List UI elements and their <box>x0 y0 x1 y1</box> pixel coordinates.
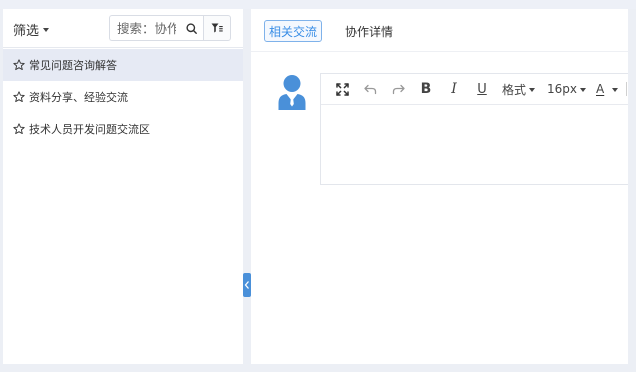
category-panel: 筛选 搜索：协作 常见问题咨询解答 资料分享、经验交流 技术人员开发问题交流区 <box>3 9 243 364</box>
category-list: 常见问题咨询解答 资料分享、经验交流 技术人员开发问题交流区 <box>3 49 243 145</box>
tab-label: 协作详情 <box>345 24 394 39</box>
font-size-label: 16px <box>547 82 578 96</box>
filter-icon <box>211 23 223 33</box>
redo-button[interactable] <box>384 79 412 99</box>
tab-bar: 相关交流 协作详情 <box>251 9 628 52</box>
italic-button[interactable]: I <box>440 79 468 99</box>
user-avatar-icon <box>278 75 306 110</box>
category-item-label: 技术人员开发问题交流区 <box>29 123 150 136</box>
caret-down-icon <box>43 28 50 32</box>
bold-button[interactable]: B <box>412 79 440 99</box>
tab-related-discussion[interactable]: 相关交流 <box>264 20 322 42</box>
star-icon <box>13 91 25 103</box>
tab-label: 相关交流 <box>268 24 317 39</box>
editor-toolbar: B I U 格式 16px A <box>321 74 628 105</box>
undo-button[interactable] <box>356 79 384 99</box>
category-item-label: 资料分享、经验交流 <box>29 91 128 104</box>
filter-bar: 筛选 <box>3 9 243 48</box>
font-color-dropdown[interactable]: A <box>592 79 622 99</box>
star-icon <box>13 59 25 71</box>
app-frame: 筛选 搜索：协作 常见问题咨询解答 资料分享、经验交流 技术人员开发问题交流区 … <box>0 0 636 372</box>
font-color-icon: A <box>596 82 605 96</box>
undo-icon <box>363 84 376 94</box>
category-item-label: 常见问题咨询解答 <box>29 59 117 72</box>
caret-down-icon <box>612 87 619 92</box>
category-item-dev[interactable]: 技术人员开发问题交流区 <box>3 113 243 145</box>
format-dropdown-label: 格式 <box>502 82 527 97</box>
redo-icon <box>392 84 405 94</box>
filter-dropdown[interactable]: 筛选 <box>13 20 50 39</box>
chevron-left-icon <box>244 281 249 289</box>
underline-button[interactable]: U <box>468 79 496 99</box>
tab-collaboration-details[interactable]: 协作详情 <box>345 20 393 42</box>
caret-down-icon <box>529 87 536 92</box>
collapse-panel-button[interactable] <box>243 273 251 297</box>
category-item-faq[interactable]: 常见问题咨询解答 <box>3 49 243 81</box>
category-item-sharing[interactable]: 资料分享、经验交流 <box>3 81 243 113</box>
caret-down-icon <box>580 87 587 92</box>
filter-button[interactable] <box>203 15 231 41</box>
search-icon[interactable] <box>186 23 197 34</box>
top-strip <box>0 0 636 9</box>
detail-panel: 相关交流 协作详情 B I U 格式 16px A <box>251 9 628 364</box>
fullscreen-button[interactable] <box>328 79 356 99</box>
editor-content-area[interactable] <box>321 105 628 185</box>
toolbar-divider <box>626 82 628 96</box>
filter-dropdown-label: 筛选 <box>13 24 40 39</box>
font-size-dropdown[interactable]: 16px <box>541 79 592 99</box>
fullscreen-icon <box>335 82 349 96</box>
star-icon <box>13 123 25 135</box>
rich-text-editor: B I U 格式 16px A <box>320 73 628 185</box>
format-dropdown[interactable]: 格式 <box>496 79 541 99</box>
search-input[interactable] <box>110 16 176 40</box>
search-box <box>109 15 203 41</box>
